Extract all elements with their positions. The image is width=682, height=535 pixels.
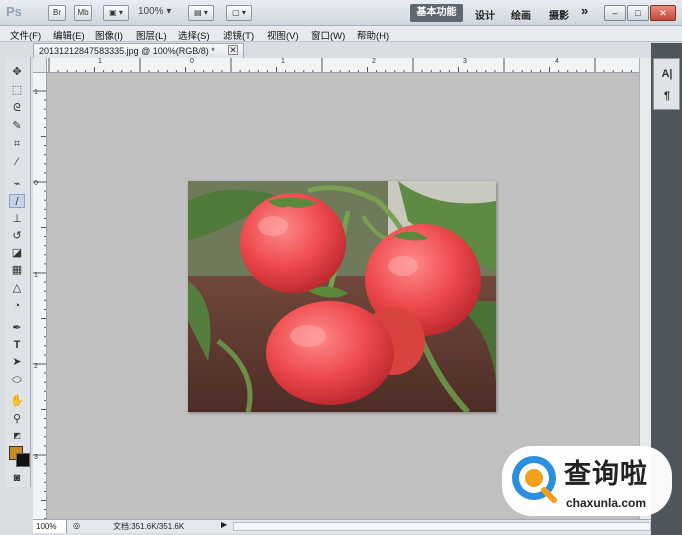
watermark-site: chaxunla.com — [566, 496, 647, 510]
menu-bar: 文件(F) 编辑(E) 图像(I) 图层(L) 选择(S) 滤镜(T) 视图(V… — [0, 26, 682, 42]
horizontal-scrollbar[interactable] — [233, 522, 651, 531]
watermark: 查询啦 chaxunla.com — [502, 446, 672, 516]
horizontal-ruler[interactable]: 1 0 1 2 3 4 — [47, 58, 639, 73]
watermark-title: 查询啦 — [564, 459, 648, 490]
zoom-level-select[interactable]: 100% ▾ — [138, 6, 171, 17]
status-icon: ◎ — [73, 521, 80, 530]
history-brush-icon[interactable]: ↺ — [9, 229, 25, 243]
workspace-design[interactable]: 设计 — [475, 7, 495, 22]
zoom-level-value: 100% — [138, 6, 164, 17]
view-extras-button[interactable]: ▣ ▾ — [103, 5, 129, 21]
watermark-logo — [512, 456, 557, 503]
workspace-painting[interactable]: 绘画 — [511, 7, 531, 22]
clone-stamp-icon[interactable]: ⊥ — [9, 212, 25, 226]
menu-window[interactable]: 窗口(W) — [311, 28, 345, 42]
launch-bridge-button[interactable]: Br — [48, 5, 66, 21]
status-bar: 100% ◎ 文档:351.6K/351.6K ▶ — [33, 519, 651, 533]
maximize-button[interactable]: □ — [627, 5, 649, 21]
type-icon[interactable]: T — [9, 338, 25, 352]
background-color-swatch[interactable] — [16, 453, 30, 467]
move-icon[interactable]: ✥ — [9, 65, 25, 79]
gradient-icon[interactable]: ▦ — [9, 263, 25, 277]
blur-icon[interactable]: △ — [9, 281, 25, 295]
menu-edit[interactable]: 编辑(E) — [53, 28, 85, 42]
crop-icon[interactable]: ⌗ — [9, 137, 25, 151]
menu-help[interactable]: 帮助(H) — [357, 28, 389, 42]
eyedropper-icon[interactable]: ⁄ — [9, 155, 25, 169]
pen-icon[interactable]: ✒ — [9, 321, 25, 335]
tomato-image — [188, 181, 496, 412]
ruler-label: 0 — [34, 180, 38, 187]
zoom-icon[interactable]: ⚲ — [9, 412, 25, 426]
ruler-label: 2 — [34, 363, 38, 370]
collapsed-panels: A| ¶ — [653, 58, 680, 110]
quick-select-icon[interactable]: ✎ — [9, 119, 25, 133]
vertical-ruler[interactable]: 1 0 1 2 3 — [33, 73, 47, 519]
status-zoom-field[interactable]: 100% — [33, 520, 67, 533]
menu-view[interactable]: 视图(V) — [267, 28, 299, 42]
close-document-icon[interactable]: ✕ — [228, 45, 238, 55]
healing-brush-icon[interactable]: ⌁ — [9, 177, 25, 191]
lasso-icon[interactable]: ᘓ — [9, 101, 25, 115]
ruler-label: 2 — [372, 58, 376, 65]
ruler-label: 1 — [34, 89, 38, 96]
default-colors-icon[interactable]: ◩ ↶ — [9, 429, 25, 454]
tomato-photo[interactable] — [188, 181, 496, 412]
brush-icon[interactable]: / — [9, 194, 25, 208]
workspace-essentials[interactable]: 基本功能 — [410, 4, 463, 22]
menu-layer[interactable]: 图层(L) — [136, 28, 167, 42]
ruler-label: 1 — [34, 272, 38, 279]
minimize-button[interactable]: – — [604, 5, 626, 21]
character-panel-icon[interactable]: A| — [660, 67, 674, 81]
mini-bridge-button[interactable]: Mb — [74, 5, 92, 21]
ruler-label: 3 — [34, 454, 38, 461]
menu-filter[interactable]: 滤镜(T) — [223, 28, 254, 42]
document-tab[interactable]: 20131212847583335.jpg @ 100%(RGB/8) * — [33, 43, 244, 58]
paragraph-panel-icon[interactable]: ¶ — [660, 89, 674, 103]
menu-image[interactable]: 图像(I) — [95, 28, 123, 42]
ruler-label: 4 — [555, 58, 559, 65]
menu-select[interactable]: 选择(S) — [178, 28, 210, 42]
tools-panel: ✥ ⬚ ᘓ ✎ ⌗ ⁄ ⌁ / ⊥ ↺ ◪ ▦ △ ◔ ✒ T ➤ ⬭ ✋ ⚲ … — [5, 57, 31, 487]
shape-icon[interactable]: ⬭ — [9, 373, 25, 387]
arrange-documents-button[interactable]: ▤ ▾ — [188, 5, 214, 21]
application-bar: Ps Br Mb ▣ ▾ 100% ▾ ▤ ▾ ▢ ▾ 基本功能 设计 绘画 摄… — [0, 0, 682, 26]
workspace-photography[interactable]: 摄影 — [549, 7, 569, 22]
screen-mode-button[interactable]: ▢ ▾ — [226, 5, 252, 21]
menu-file[interactable]: 文件(F) — [10, 28, 41, 42]
more-workspaces-button[interactable]: » — [581, 3, 588, 18]
photoshop-logo: Ps — [6, 4, 22, 19]
ruler-label: 1 — [281, 58, 285, 65]
marquee-icon[interactable]: ⬚ — [9, 83, 25, 97]
ruler-label: 1 — [98, 58, 102, 65]
window-controls: – □ ✕ — [604, 5, 676, 21]
status-menu-arrow[interactable]: ▶ — [221, 520, 227, 529]
close-button[interactable]: ✕ — [650, 5, 676, 21]
document-size-info: 文档:351.6K/351.6K — [113, 522, 185, 531]
hand-icon[interactable]: ✋ — [9, 394, 25, 408]
ruler-origin[interactable] — [33, 58, 47, 73]
ruler-label: 3 — [463, 58, 467, 65]
path-select-icon[interactable]: ➤ — [9, 355, 25, 369]
quick-mask-icon[interactable]: ◙ — [9, 471, 25, 485]
horizontal-ruler-ticks — [48, 58, 632, 72]
eraser-icon[interactable]: ◪ — [9, 246, 25, 260]
vertical-ruler-ticks — [33, 90, 46, 519]
dodge-icon[interactable]: ◔ — [9, 299, 25, 313]
ruler-label: 0 — [190, 58, 194, 65]
